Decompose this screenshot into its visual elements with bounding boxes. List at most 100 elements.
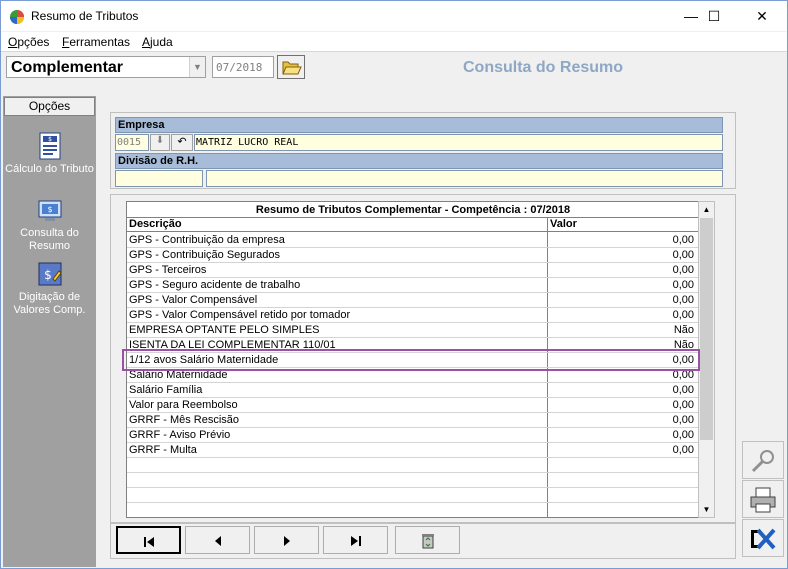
- sidebar-tab-opcoes[interactable]: Opções: [4, 97, 95, 116]
- cell-descricao: GRRF - Mês Rescisão: [129, 414, 240, 426]
- page-title: Consulta do Resumo: [463, 59, 624, 76]
- cell-descricao: GPS - Terceiros: [129, 264, 207, 276]
- scroll-down-icon[interactable]: ▼: [699, 502, 714, 517]
- sidebar-item-digitacao-label: Digitação de Valores Comp.: [13, 291, 86, 316]
- empresa-label: Empresa: [115, 117, 723, 133]
- mode-select[interactable]: Complementar ▼: [6, 56, 206, 78]
- cell-valor: 0,00: [672, 234, 694, 246]
- table-row[interactable]: EMPRESA OPTANTE PELO SIMPLES Não: [127, 323, 699, 338]
- svg-text:$: $: [47, 205, 52, 214]
- menu-opcoes[interactable]: Opções: [8, 35, 49, 49]
- menu-ferramentas[interactable]: Ferramentas: [62, 35, 130, 49]
- maximize-button[interactable]: ☐: [691, 1, 737, 31]
- cell-valor: Não: [673, 324, 694, 336]
- magnifier-icon: [751, 450, 774, 473]
- menu-opcoes-accel: O: [8, 35, 18, 49]
- chevron-down-icon[interactable]: ▼: [189, 57, 205, 77]
- cell-valor: 0,00: [672, 429, 694, 441]
- cell-descricao: GRRF - Aviso Prévio: [129, 429, 231, 441]
- divisao-label: Divisão de R.H.: [115, 153, 723, 169]
- empresa-undo-button[interactable]: ↶: [171, 134, 193, 151]
- search-button[interactable]: [742, 441, 784, 479]
- empresa-lookup-button[interactable]: ⬇: [150, 134, 170, 151]
- table-row[interactable]: [127, 503, 699, 517]
- scroll-thumb[interactable]: [700, 218, 713, 440]
- table-row[interactable]: Valor para Reembolso 0,00: [127, 398, 699, 413]
- table-row[interactable]: GPS - Terceiros 0,00: [127, 263, 699, 278]
- table-header: Descrição Valor: [127, 218, 699, 232]
- svg-text:$: $: [48, 136, 52, 143]
- table-row[interactable]: GPS - Seguro acidente de trabalho 0,00: [127, 278, 699, 293]
- table-title: Resumo de Tributos Complementar - Compet…: [127, 202, 699, 218]
- open-folder-button[interactable]: [277, 55, 305, 79]
- delete-button[interactable]: [395, 526, 460, 554]
- last-record-icon: [350, 535, 361, 546]
- cell-descricao: GPS - Seguro acidente de trabalho: [129, 279, 301, 291]
- close-button[interactable]: ✕: [739, 1, 785, 31]
- menu-ajuda[interactable]: Ajuda: [142, 35, 173, 49]
- table-row[interactable]: GPS - Contribuição Segurados 0,00: [127, 248, 699, 263]
- divisao-code-field[interactable]: [115, 170, 203, 187]
- recycle-bin-icon: [421, 533, 434, 549]
- table-row[interactable]: GPS - Valor Compensável 0,00: [127, 293, 699, 308]
- table-row[interactable]: GPS - Valor Compensável retido por tomad…: [127, 308, 699, 323]
- application-window: Resumo de Tributos — ☐ ✕ Opções Ferramen…: [0, 0, 788, 569]
- download-arrow-icon: ⬇: [155, 135, 165, 146]
- next-record-button[interactable]: [254, 526, 319, 554]
- money-edit-icon: $: [38, 262, 62, 286]
- app-logo-icon: [10, 10, 24, 24]
- last-record-button[interactable]: [323, 526, 388, 554]
- row-highlight: [122, 349, 700, 371]
- cell-valor: 0,00: [672, 279, 694, 291]
- scroll-up-icon[interactable]: ▲: [699, 202, 714, 217]
- cell-descricao: GRRF - Multa: [129, 444, 197, 456]
- cell-valor: 0,00: [672, 264, 694, 276]
- document-calc-icon: $: [39, 132, 60, 160]
- column-header-descricao[interactable]: Descrição: [129, 218, 182, 230]
- svg-text:$: $: [44, 268, 52, 282]
- empresa-name-field[interactable]: MATRIZ LUCRO REAL: [194, 134, 723, 151]
- menu-bar: Opções Ferramentas Ajuda: [1, 32, 787, 52]
- cell-valor: 0,00: [672, 444, 694, 456]
- menu-opcoes-rest: pções: [17, 35, 50, 49]
- cell-descricao: GPS - Contribuição da empresa: [129, 234, 285, 246]
- vertical-scrollbar[interactable]: ▲ ▼: [698, 201, 715, 518]
- competencia-field[interactable]: 07/2018: [212, 56, 274, 78]
- sidebar-item-digitacao[interactable]: $ Digitação de Valores Comp.: [3, 259, 96, 317]
- divisao-name-field[interactable]: [206, 170, 723, 187]
- empresa-code-field[interactable]: 0015: [115, 134, 149, 151]
- first-record-button[interactable]: [116, 526, 181, 554]
- first-record-icon: [143, 536, 154, 547]
- table-row[interactable]: GRRF - Multa 0,00: [127, 443, 699, 458]
- table-row[interactable]: Salário Família 0,00: [127, 383, 699, 398]
- computer-search-icon: $: [38, 200, 61, 221]
- undo-icon: ↶: [177, 136, 187, 148]
- cell-valor: 0,00: [672, 294, 694, 306]
- cell-valor: 0,00: [672, 309, 694, 321]
- prev-record-button[interactable]: [185, 526, 250, 554]
- table-row[interactable]: GRRF - Mês Rescisão 0,00: [127, 413, 699, 428]
- table-row[interactable]: GPS - Contribuição da empresa 0,00: [127, 233, 699, 248]
- cell-descricao: Salário Família: [129, 384, 203, 396]
- table-row[interactable]: [127, 488, 699, 503]
- table-row[interactable]: [127, 458, 699, 473]
- cell-valor: 0,00: [672, 399, 694, 411]
- window-title: Resumo de Tributos: [31, 9, 139, 23]
- cell-descricao: Valor para Reembolso: [129, 399, 238, 411]
- sidebar-item-calculo[interactable]: $ Cálculo do Tributo: [3, 131, 96, 176]
- sidebar-item-consulta-label: Consulta do Resumo: [20, 227, 79, 252]
- sidebar-item-consulta[interactable]: $ Consulta do Resumo: [3, 195, 96, 253]
- cell-descricao: EMPRESA OPTANTE PELO SIMPLES: [129, 324, 320, 336]
- table-row[interactable]: GRRF - Aviso Prévio 0,00: [127, 428, 699, 443]
- next-record-icon: [283, 535, 290, 546]
- export-excel-button[interactable]: [742, 519, 784, 557]
- cell-valor: 0,00: [672, 384, 694, 396]
- print-button[interactable]: [742, 480, 784, 518]
- folder-open-icon: [282, 61, 302, 75]
- table-row[interactable]: [127, 473, 699, 488]
- column-header-valor[interactable]: Valor: [550, 218, 577, 230]
- cell-descricao: GPS - Valor Compensável retido por tomad…: [129, 309, 351, 321]
- menu-ferramentas-rest: erramentas: [69, 35, 131, 49]
- menu-ajuda-accel: A: [142, 35, 151, 49]
- cell-descricao: GPS - Valor Compensável: [129, 294, 258, 306]
